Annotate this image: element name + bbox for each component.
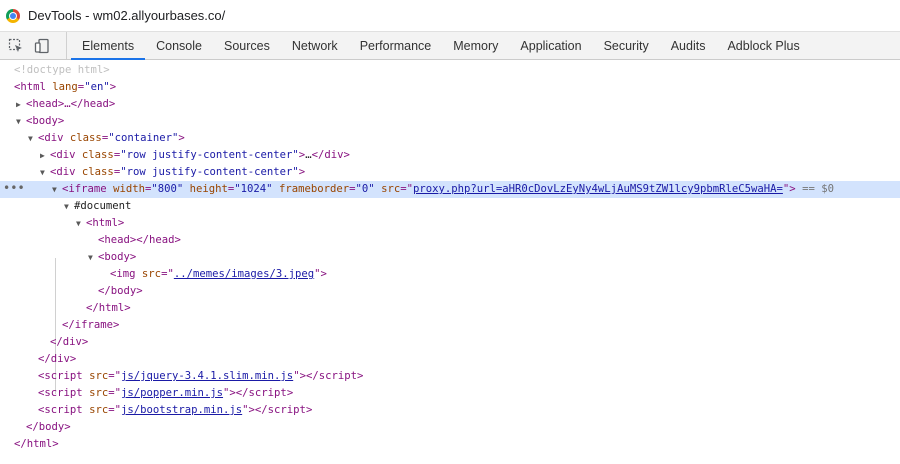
more-options-icon[interactable]: ••• — [3, 181, 25, 195]
tree-line-script-bootstrap[interactable]: <script src="js/bootstrap.min.js"></scri… — [0, 402, 900, 419]
window-titlebar: DevTools - wm02.allyourbases.co/ — [0, 0, 900, 31]
tree-line-div-row-collapsed[interactable]: ▶ <div class="row justify-content-center"… — [0, 147, 900, 164]
tab-console[interactable]: Console — [145, 32, 213, 59]
tab-application[interactable]: Application — [509, 32, 592, 59]
script-src-link[interactable]: js/popper.min.js — [121, 387, 223, 399]
device-toolbar-icon[interactable] — [34, 38, 50, 54]
tree-line-iframe-close[interactable]: </iframe> — [0, 317, 900, 334]
tree-line-inner-body[interactable]: ▼ <body> — [0, 249, 900, 266]
collapse-triangle-icon[interactable]: ▼ — [16, 113, 26, 130]
inspect-element-icon[interactable] — [8, 38, 24, 54]
tree-line-inner-body-close[interactable]: </body> — [0, 283, 900, 300]
tab-security[interactable]: Security — [593, 32, 660, 59]
window-title: DevTools - wm02.allyourbases.co/ — [28, 8, 226, 23]
tree-line-div-container-close[interactable]: </div> — [0, 351, 900, 368]
collapse-triangle-icon[interactable]: ▼ — [64, 198, 74, 215]
expand-triangle-icon[interactable]: ▶ — [40, 147, 50, 164]
collapse-triangle-icon[interactable]: ▼ — [28, 130, 38, 147]
tab-network[interactable]: Network — [281, 32, 349, 59]
collapse-triangle-icon[interactable]: ▼ — [76, 215, 86, 232]
tree-line-img[interactable]: <img src="../memes/images/3.jpeg"> — [0, 266, 900, 283]
expand-triangle-icon[interactable]: ▶ — [16, 96, 26, 113]
tree-line-inner-head[interactable]: <head></head> — [0, 232, 900, 249]
tree-line-body[interactable]: ▼ <body> — [0, 113, 900, 130]
iframe-src-link[interactable]: proxy.php?url=aHR0cDovLzEyNy4wLjAuMS9tZW… — [413, 183, 783, 195]
img-src-link[interactable]: ../memes/images/3.jpeg — [174, 268, 314, 280]
tree-line-div-row-expanded[interactable]: ▼ <div class="row justify-content-center"… — [0, 164, 900, 181]
tree-line-document[interactable]: ▼ #document — [0, 198, 900, 215]
collapse-triangle-icon[interactable]: ▼ — [52, 181, 62, 198]
tree-line-html[interactable]: <html lang="en"> — [0, 79, 900, 96]
tab-performance[interactable]: Performance — [349, 32, 443, 59]
tree-line-html-close[interactable]: </html> — [0, 436, 900, 453]
script-src-link[interactable]: js/bootstrap.min.js — [121, 404, 242, 416]
devtools-toolbar: Elements Console Sources Network Perform… — [0, 31, 900, 60]
tree-line-script-jquery[interactable]: <script src="js/jquery-3.4.1.slim.min.js… — [0, 368, 900, 385]
tree-line-inner-html[interactable]: ▼ <html> — [0, 215, 900, 232]
tree-line-script-popper[interactable]: <script src="js/popper.min.js"></script> — [0, 385, 900, 402]
tab-elements[interactable]: Elements — [71, 32, 146, 60]
tree-line-div-container[interactable]: ▼ <div class="container"> — [0, 130, 900, 147]
selected-node-marker: == $0 — [802, 183, 834, 195]
tree-line-body-close[interactable]: </body> — [0, 419, 900, 436]
collapse-triangle-icon[interactable]: ▼ — [40, 164, 50, 181]
tab-memory[interactable]: Memory — [442, 32, 509, 59]
tree-line-head[interactable]: ▶ <head>…</head> — [0, 96, 900, 113]
toolbar-icon-group — [0, 32, 67, 59]
tab-adblock-plus[interactable]: Adblock Plus — [716, 32, 810, 59]
tab-audits[interactable]: Audits — [660, 32, 717, 59]
tree-line-inner-html-close[interactable]: </html> — [0, 300, 900, 317]
tree-line-doctype[interactable]: <!doctype html> — [0, 62, 900, 79]
script-src-link[interactable]: js/jquery-3.4.1.slim.min.js — [121, 370, 293, 382]
tab-sources[interactable]: Sources — [213, 32, 281, 59]
tree-line-iframe-selected[interactable]: ••• ▼ <iframe width="800" height="1024" fr… — [0, 181, 900, 198]
elements-tree: <!doctype html> <html lang="en"> ▶ <head>… — [0, 60, 900, 453]
tree-line-div-row-close[interactable]: </div> — [0, 334, 900, 351]
collapse-triangle-icon[interactable]: ▼ — [88, 249, 98, 266]
chrome-logo-icon — [6, 8, 20, 23]
